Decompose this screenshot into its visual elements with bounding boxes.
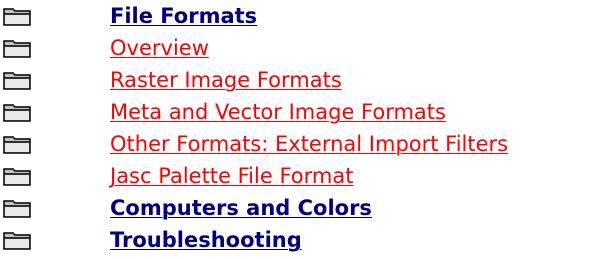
toc-link-label[interactable]: Raster Image Formats: [0, 64, 342, 96]
toc-link-text[interactable]: Troubleshooting: [110, 228, 302, 252]
toc-link-text[interactable]: Overview: [110, 36, 209, 60]
toc-link-text[interactable]: Meta and Vector Image Formats: [110, 100, 446, 124]
toc-link-text[interactable]: Computers and Colors: [110, 196, 372, 220]
toc-link-text[interactable]: Other Formats: External Import Filters: [110, 132, 508, 156]
toc-link-label[interactable]: Overview: [0, 32, 209, 64]
toc-link-text[interactable]: File Formats: [110, 4, 257, 28]
toc-link-text[interactable]: Raster Image Formats: [110, 68, 342, 92]
toc-link-text[interactable]: Jasc Palette File Format: [110, 164, 353, 188]
toc-link-label[interactable]: Other Formats: External Import Filters: [0, 128, 508, 160]
help-contents-list: File Formats Overview Raster Image Forma…: [0, 0, 616, 259]
toc-link-label[interactable]: Meta and Vector Image Formats: [0, 96, 446, 128]
toc-link-label[interactable]: Jasc Palette File Format: [0, 160, 353, 192]
toc-link-label[interactable]: Computers and Colors: [0, 192, 372, 224]
toc-link-label[interactable]: Troubleshooting: [0, 224, 302, 256]
toc-link-label[interactable]: File Formats: [0, 0, 257, 32]
